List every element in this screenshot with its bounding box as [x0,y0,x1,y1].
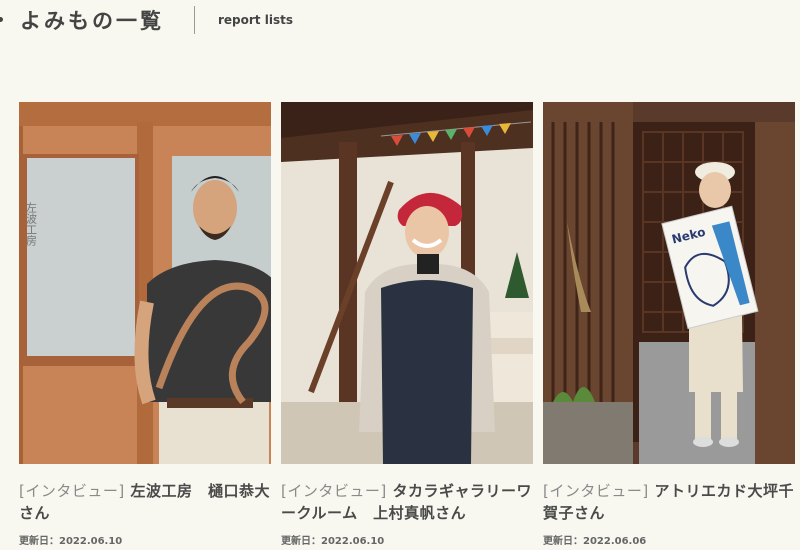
page-title: よみもの一覧 [20,9,164,33]
report-title-3[interactable]: [インタビュー] アトリエカド大坪千賀子さん [543,480,795,524]
report-tag: [インタビュー] [281,482,387,500]
report-card-1[interactable]: 左波工房 [インタビュー] 左波工房 樋口恭大さん 更新日：2022.06.10 [19,102,271,547]
report-title-1[interactable]: [インタビュー] 左波工房 樋口恭大さん [19,480,271,524]
report-date-3: 更新日：2022.06.06 [543,532,795,547]
header-divider [194,6,195,34]
sign-text: 左波工房 [25,202,38,247]
report-photo-1[interactable]: 左波工房 [19,102,271,464]
date-label: 更新日： [19,536,59,547]
date-value: 2022.06.06 [583,536,647,547]
report-date-2: 更新日：2022.06.10 [281,532,533,547]
report-photo-3[interactable]: Neko [543,102,795,464]
report-photo-2[interactable] [281,102,533,464]
bullet-icon [0,17,3,22]
report-tag: [インタビュー] [19,482,125,500]
report-date-1: 更新日：2022.06.10 [19,532,271,547]
page-header: よみもの一覧 report lists [0,0,800,40]
report-title-2[interactable]: [インタビュー] タカラギャラリーワークルーム 上村真帆さん [281,480,533,524]
date-label: 更新日： [543,536,583,547]
report-card-2[interactable]: [インタビュー] タカラギャラリーワークルーム 上村真帆さん 更新日：2022.… [281,102,533,547]
date-value: 2022.06.10 [321,536,385,547]
report-card-3[interactable]: Neko [インタビュー] アトリエカド大坪千賀子さん 更新日：2022.06.… [543,102,795,547]
date-value: 2022.06.10 [59,536,123,547]
page-subtitle: report lists [218,13,293,27]
date-label: 更新日： [281,536,321,547]
report-tag: [インタビュー] [543,482,649,500]
